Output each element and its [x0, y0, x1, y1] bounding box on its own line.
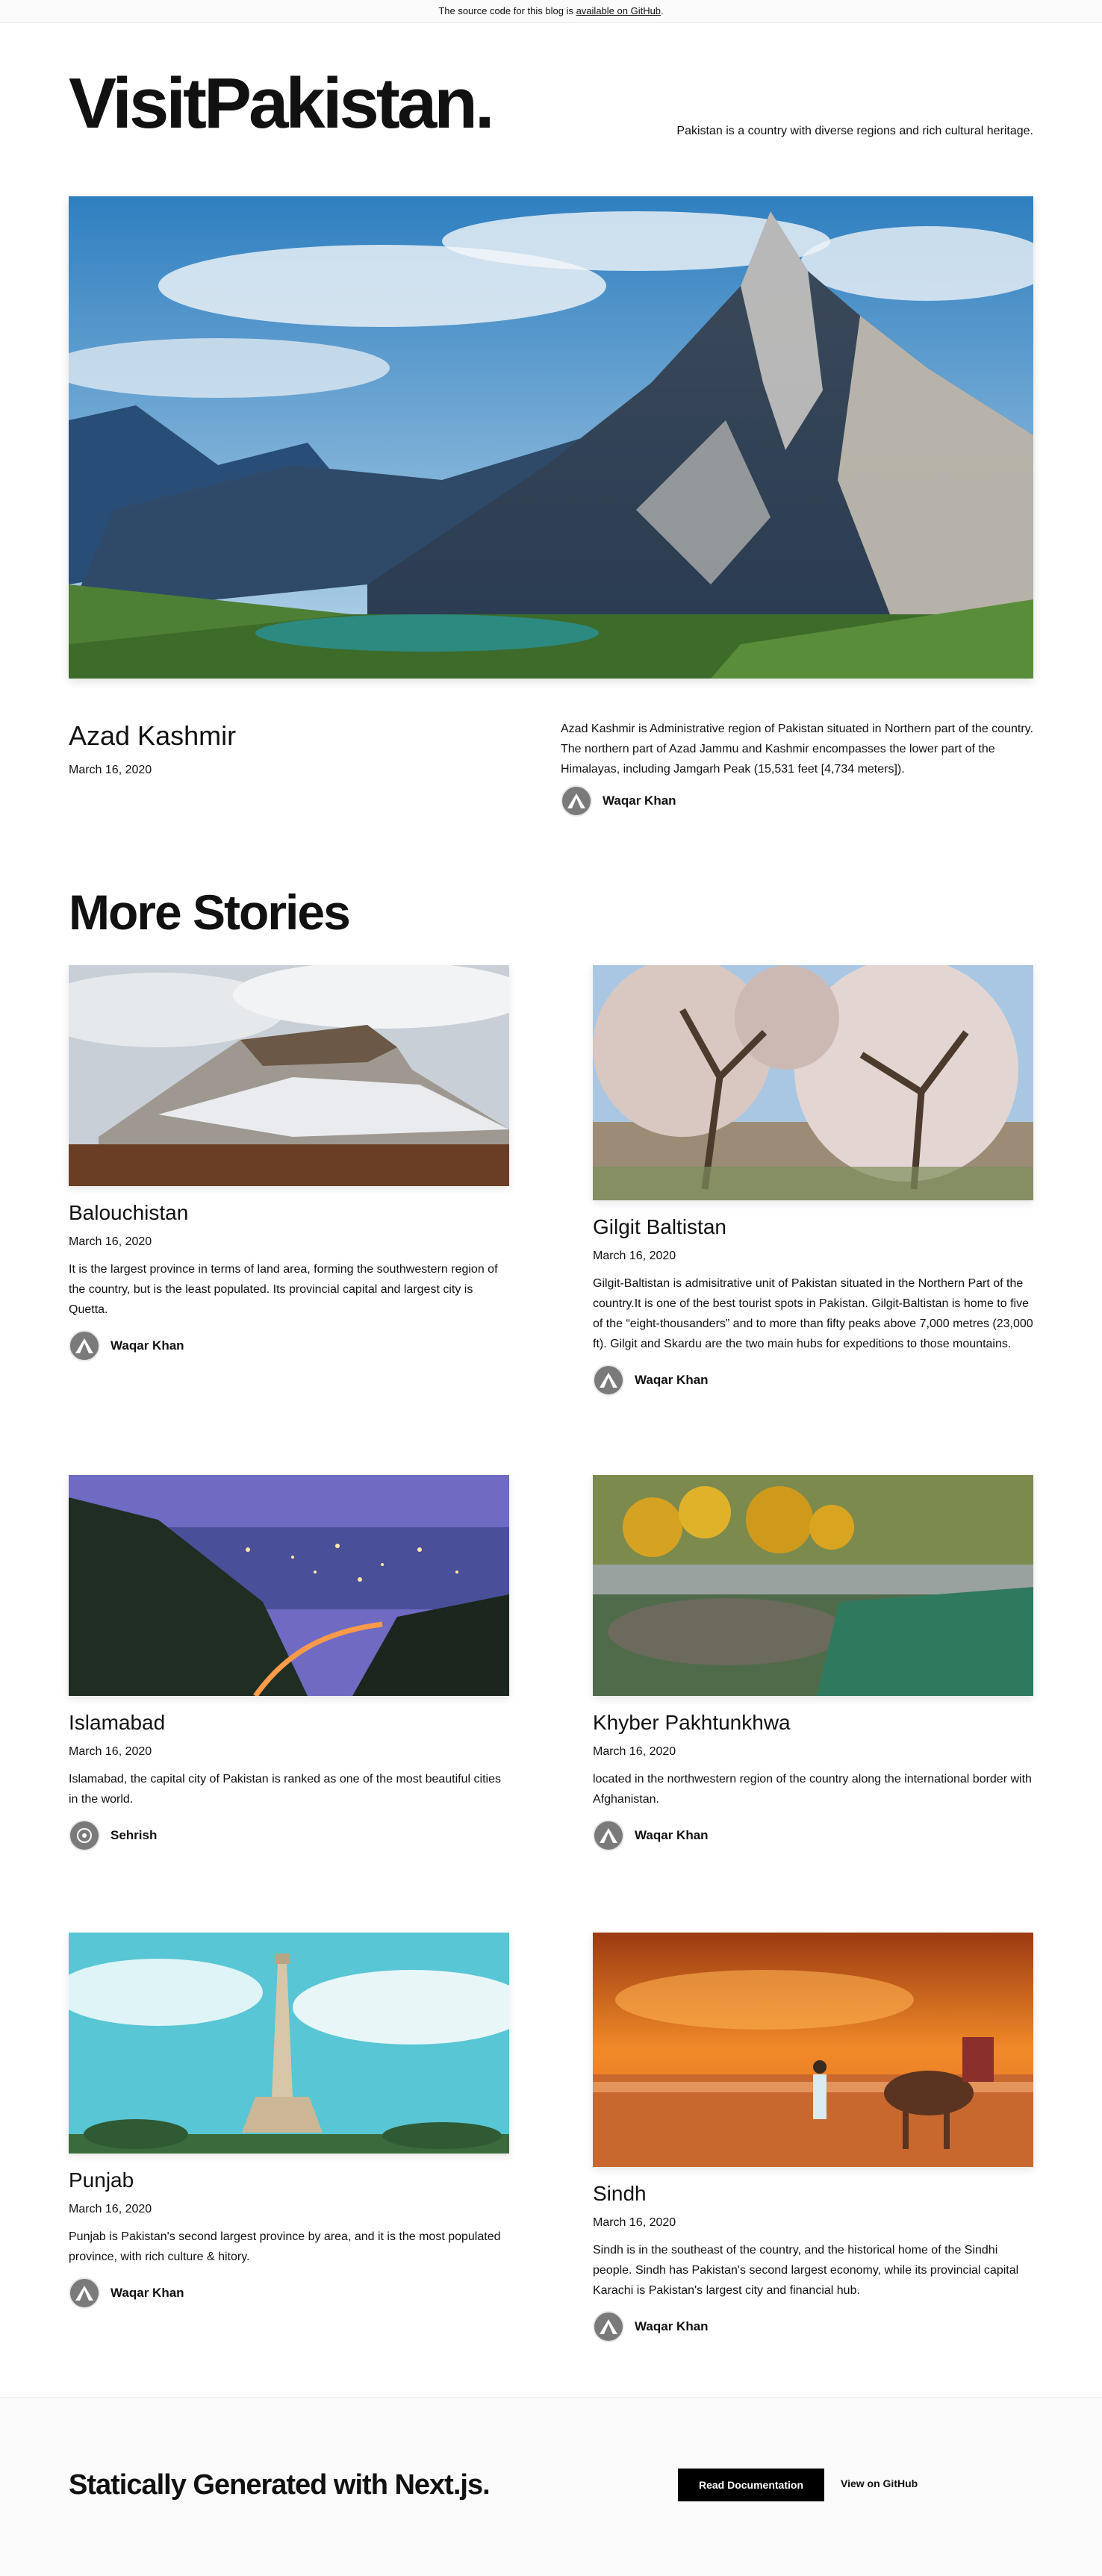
story-excerpt: located in the northwestern region of th…: [593, 1773, 1032, 1806]
site-footer: Statically Generated with Next.js. Read …: [0, 2397, 1102, 2576]
story-excerpt: Islamabad, the capital city of Pakistan …: [69, 1773, 501, 1806]
story-card-gilgit-baltistan: Gilgit Baltistan March 16, 2020 Gilgit-B…: [593, 965, 1033, 1396]
story-card-sindh: Sindh March 16, 2020 Sindh is in the sou…: [593, 1933, 1033, 2342]
pattern-avatar-icon: [77, 1828, 92, 1843]
story-card-balouchistan: Balouchistan March 16, 2020 It is the la…: [69, 965, 509, 1362]
site-logo[interactable]: VisitPakistan.: [69, 68, 495, 140]
story-cover-image[interactable]: [593, 1933, 1033, 2167]
story-card-islamabad: Islamabad March 16, 2020 Islamabad, the …: [69, 1475, 509, 1851]
footer-inner: Statically Generated with Next.js. Read …: [69, 2398, 1033, 2576]
story-cover-image[interactable]: [69, 1933, 509, 2154]
mountain-avatar-icon: [75, 1338, 93, 1353]
story-excerpt: Gilgit-Baltistan is admisitrative unit o…: [593, 1277, 1033, 1350]
site-header: VisitPakistan. Pakistan is a country wit…: [69, 23, 1033, 172]
story-cover-image[interactable]: [593, 965, 1033, 1200]
story-card-punjab: Punjab March 16, 2020 Punjab is Pakistan…: [69, 1933, 509, 2309]
hero-post-date: March 16, 2020: [69, 764, 152, 776]
story-date: March 16, 2020: [69, 2203, 152, 2215]
hero-author: Waqar Khan: [561, 785, 676, 817]
story-card-khyber-pakhtunkhwa: Khyber Pakhtunkhwa March 16, 2020 locate…: [593, 1475, 1033, 1851]
story-excerpt: It is the largest province in terms of l…: [69, 1263, 498, 1316]
story-title[interactable]: Khyber Pakhtunkhwa: [593, 1711, 1033, 1735]
story-author: Waqar Khan: [593, 1820, 1033, 1851]
story-author: Waqar Khan: [69, 1330, 509, 1362]
plateau-mountain-illustration: [69, 965, 509, 1186]
author-avatar-icon: [69, 2277, 100, 2309]
author-name: Sehrish: [110, 1828, 158, 1842]
camel-sunset-illustration: [593, 1933, 1033, 2167]
author-name: Waqar Khan: [635, 1828, 709, 1842]
story-author: Sehrish: [69, 1820, 509, 1851]
story-date: March 16, 2020: [593, 1250, 676, 1262]
mountain-lake-illustration: [69, 196, 1033, 679]
author-name: Waqar Khan: [110, 2286, 184, 2300]
hero-post-title[interactable]: Azad Kashmir: [69, 720, 236, 752]
site-tagline: Pakistan is a country with diverse regio…: [676, 125, 1033, 137]
author-avatar-icon: [69, 1820, 100, 1851]
story-cover-image[interactable]: [69, 965, 509, 1186]
main-container: VisitPakistan. Pakistan is a country wit…: [69, 23, 1033, 2342]
mountain-avatar-icon: [75, 2286, 93, 2301]
story-author: Waqar Khan: [593, 1365, 1033, 1396]
source-banner: The source code for this blog is availab…: [0, 0, 1102, 23]
minar-tower-illustration: [69, 1933, 509, 2154]
author-name: Waqar Khan: [635, 1373, 709, 1387]
banner-end: .: [661, 5, 664, 16]
story-excerpt: Sindh is in the southeast of the country…: [593, 2244, 1019, 2297]
story-cover-image[interactable]: [593, 1475, 1033, 1696]
footer-title: Statically Generated with Next.js.: [69, 2469, 491, 2501]
story-date: March 16, 2020: [69, 1745, 152, 1758]
author-name: Waqar Khan: [603, 793, 676, 808]
author-avatar-icon: [593, 1820, 624, 1851]
story-date: March 16, 2020: [69, 1235, 152, 1248]
banner-text: The source code for this blog is: [438, 5, 576, 16]
city-night-illustration: [69, 1475, 509, 1696]
river-autumn-illustration: [593, 1475, 1033, 1696]
story-author: Waqar Khan: [69, 2277, 509, 2309]
mountain-avatar-icon: [600, 1828, 617, 1843]
author-name: Waqar Khan: [635, 2319, 709, 2333]
author-avatar-icon: [593, 1365, 624, 1396]
hero-post-excerpt: Azad Kashmir is Administrative region of…: [561, 723, 1033, 776]
mountain-avatar-icon: [567, 793, 585, 808]
story-title[interactable]: Punjab: [69, 2168, 509, 2192]
story-title[interactable]: Islamabad: [69, 1711, 509, 1735]
mountain-avatar-icon: [600, 2319, 617, 2334]
story-cover-image[interactable]: [69, 1475, 509, 1696]
story-date: March 16, 2020: [593, 2216, 676, 2229]
mountain-avatar-icon: [600, 1373, 617, 1388]
author-name: Waqar Khan: [110, 1338, 184, 1353]
author-avatar-icon: [593, 2311, 624, 2342]
view-on-github-link[interactable]: View on GitHub: [841, 2477, 918, 2489]
story-author: Waqar Khan: [593, 2311, 1033, 2342]
story-date: March 16, 2020: [593, 1745, 676, 1758]
author-avatar-icon: [69, 1330, 100, 1362]
hero-cover-image[interactable]: [69, 196, 1033, 679]
read-documentation-button[interactable]: Read Documentation: [678, 2469, 824, 2501]
story-title[interactable]: Sindh: [593, 2182, 1033, 2206]
story-title[interactable]: Balouchistan: [69, 1201, 509, 1225]
github-source-link[interactable]: available on GitHub: [576, 5, 661, 16]
story-excerpt: Punjab is Pakistan's second largest prov…: [69, 2230, 501, 2263]
more-stories-heading: More Stories: [69, 885, 351, 940]
author-avatar-icon: [561, 785, 592, 817]
blossom-trees-illustration: [593, 965, 1033, 1200]
story-title[interactable]: Gilgit Baltistan: [593, 1215, 1033, 1239]
